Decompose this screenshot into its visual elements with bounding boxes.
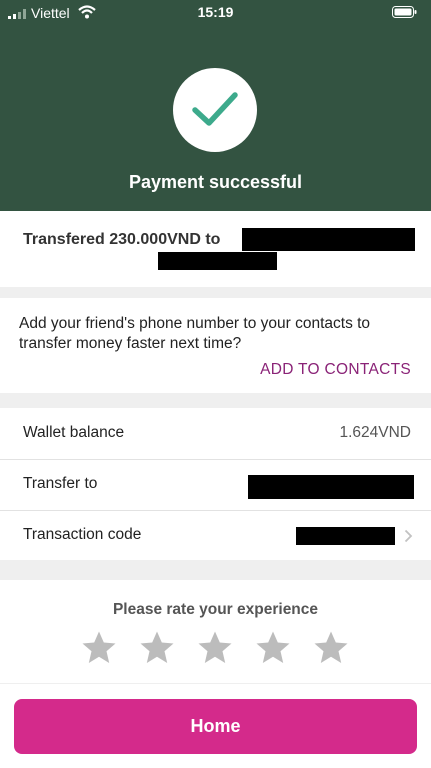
payment-success-header: Viettel 15:19 Payment successful bbox=[0, 0, 431, 211]
add-to-contacts-link[interactable]: ADD TO CONTACTS bbox=[260, 361, 411, 379]
redacted-recipient bbox=[242, 228, 415, 251]
transaction-code-row[interactable]: Transaction code bbox=[0, 510, 431, 560]
rating-section: Please rate your experience bbox=[0, 580, 431, 683]
status-bar: Viettel 15:19 bbox=[0, 0, 431, 24]
star-rating bbox=[81, 630, 351, 666]
star-icon[interactable] bbox=[255, 630, 291, 666]
star-icon[interactable] bbox=[197, 630, 233, 666]
wallet-balance-value: 1.624VND bbox=[339, 424, 411, 441]
wallet-balance-row: Wallet balance 1.624VND bbox=[0, 408, 431, 458]
redacted-transaction-code bbox=[296, 527, 395, 545]
clock: 15:19 bbox=[197, 4, 234, 20]
page-title: Payment successful bbox=[128, 172, 303, 192]
transfer-to-label: Transfer to bbox=[23, 475, 98, 492]
chevron-right-icon bbox=[404, 529, 413, 543]
check-icon bbox=[192, 92, 238, 126]
redacted-recipient-line2 bbox=[158, 252, 277, 270]
transaction-code-label: Transaction code bbox=[23, 526, 142, 543]
transaction-details: Wallet balance 1.624VND Transfer to Tran… bbox=[0, 408, 431, 560]
bottom-action-bar: Home bbox=[0, 684, 431, 768]
add-contact-message: Add your friend's phone number to your c… bbox=[19, 315, 371, 352]
battery-icon bbox=[392, 6, 417, 18]
transfer-summary: Transfered 230.000VND to bbox=[0, 211, 431, 287]
transfer-summary-text: Transfered 230.000VND to bbox=[23, 231, 221, 248]
transfer-to-row: Transfer to bbox=[0, 459, 431, 509]
rating-title: Please rate your experience bbox=[112, 601, 319, 618]
redacted-transfer-to bbox=[248, 475, 414, 499]
star-icon[interactable] bbox=[139, 630, 175, 666]
add-contact-prompt: Add your friend's phone number to your c… bbox=[0, 298, 431, 393]
star-icon[interactable] bbox=[313, 630, 349, 666]
success-badge bbox=[173, 68, 257, 152]
wallet-balance-label: Wallet balance bbox=[23, 424, 125, 441]
home-button[interactable]: Home bbox=[14, 699, 417, 754]
star-icon[interactable] bbox=[81, 630, 117, 666]
